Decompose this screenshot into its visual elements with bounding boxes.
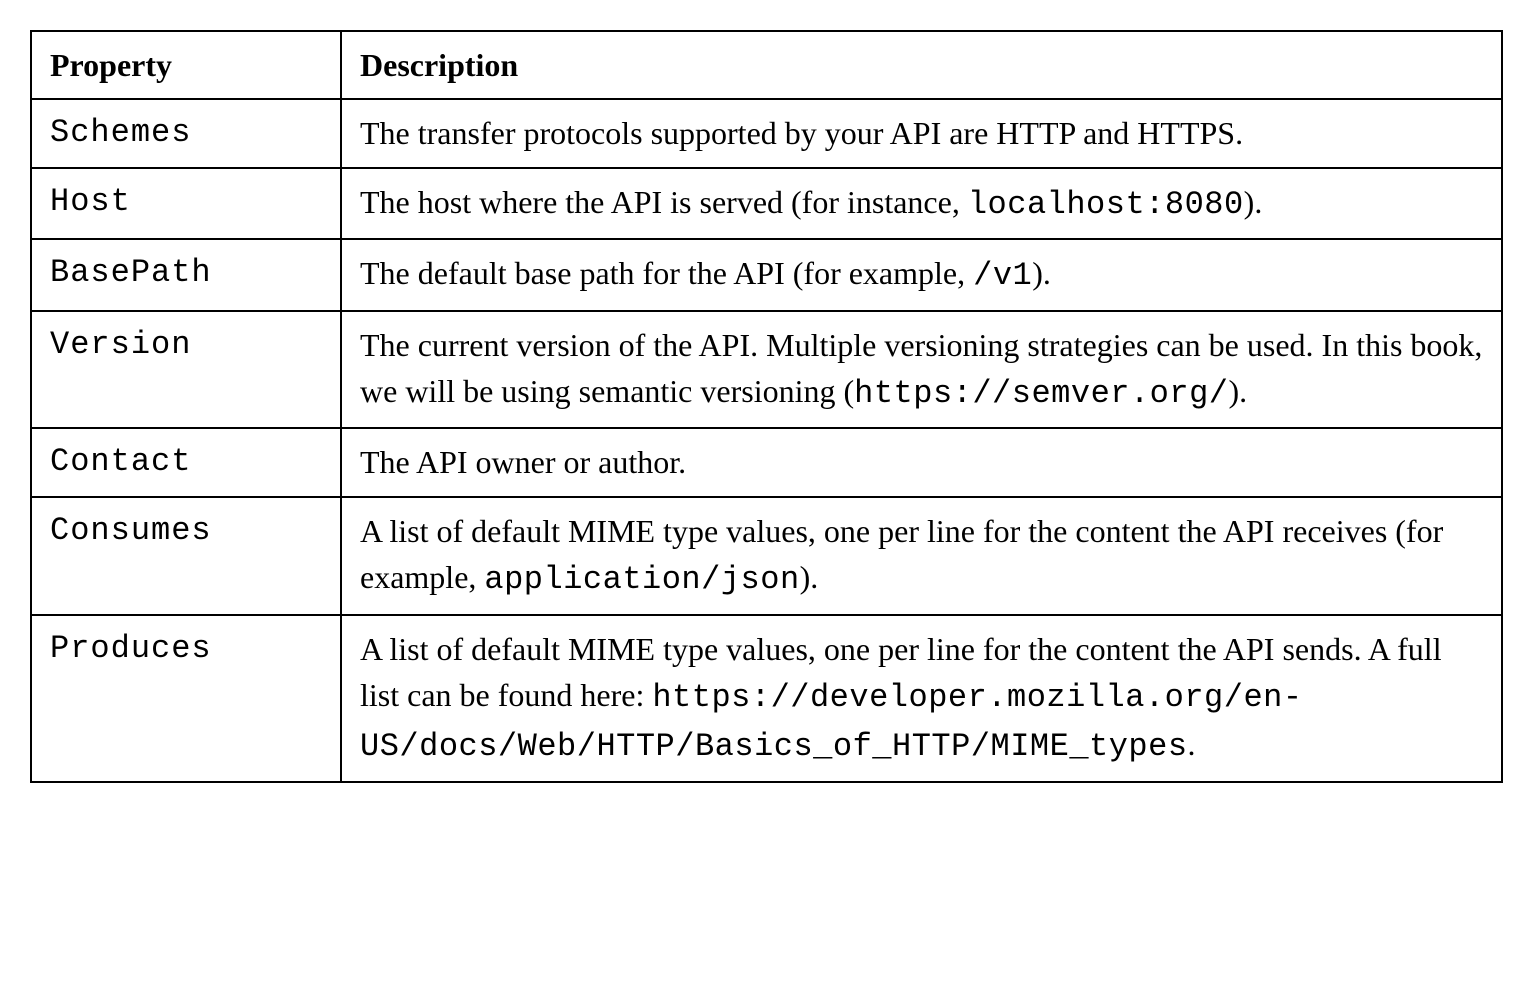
description-cell: The API owner or author.	[341, 428, 1502, 496]
table-body: Schemes The transfer protocols supported …	[31, 99, 1502, 781]
header-property: Property	[31, 31, 341, 99]
table-row: Schemes The transfer protocols supported …	[31, 99, 1502, 167]
table-row: Host The host where the API is served (fo…	[31, 168, 1502, 239]
property-cell: Version	[31, 311, 341, 429]
property-cell: Consumes	[31, 497, 341, 615]
property-cell: BasePath	[31, 239, 341, 310]
mono-text: https://semver.org/	[854, 375, 1228, 412]
description-text: ).	[1244, 184, 1263, 220]
description-text: The API owner or author.	[360, 444, 686, 480]
header-description: Description	[341, 31, 1502, 99]
description-text: The transfer protocols supported by your…	[360, 115, 1243, 151]
description-text: .	[1188, 726, 1196, 762]
description-text: The host where the API is served (for in…	[360, 184, 968, 220]
description-text: The default base path for the API (for e…	[360, 255, 973, 291]
property-cell: Produces	[31, 615, 341, 782]
description-cell: The transfer protocols supported by your…	[341, 99, 1502, 167]
description-cell: The default base path for the API (for e…	[341, 239, 1502, 310]
description-text: ).	[800, 559, 819, 595]
description-cell: The current version of the API. Multiple…	[341, 311, 1502, 429]
table-header-row: Property Description	[31, 31, 1502, 99]
description-cell: A list of default MIME type values, one …	[341, 615, 1502, 782]
description-text: ).	[1032, 255, 1051, 291]
api-properties-table: Property Description Schemes The transfer…	[30, 30, 1503, 783]
table-row: BasePath The default base path for the AP…	[31, 239, 1502, 310]
table-row: Contact The API owner or author.	[31, 428, 1502, 496]
table-row: ConsumesA list of default MIME type valu…	[31, 497, 1502, 615]
description-cell: The host where the API is served (for in…	[341, 168, 1502, 239]
property-cell: Contact	[31, 428, 341, 496]
mono-text: /v1	[973, 257, 1032, 294]
property-cell: Host	[31, 168, 341, 239]
property-cell: Schemes	[31, 99, 341, 167]
mono-text: application/json	[484, 561, 799, 598]
description-text: ).	[1228, 373, 1247, 409]
table-row: VersionThe current version of the API. M…	[31, 311, 1502, 429]
mono-text: localhost:8080	[968, 186, 1244, 223]
table-row: ProducesA list of default MIME type valu…	[31, 615, 1502, 782]
description-cell: A list of default MIME type values, one …	[341, 497, 1502, 615]
